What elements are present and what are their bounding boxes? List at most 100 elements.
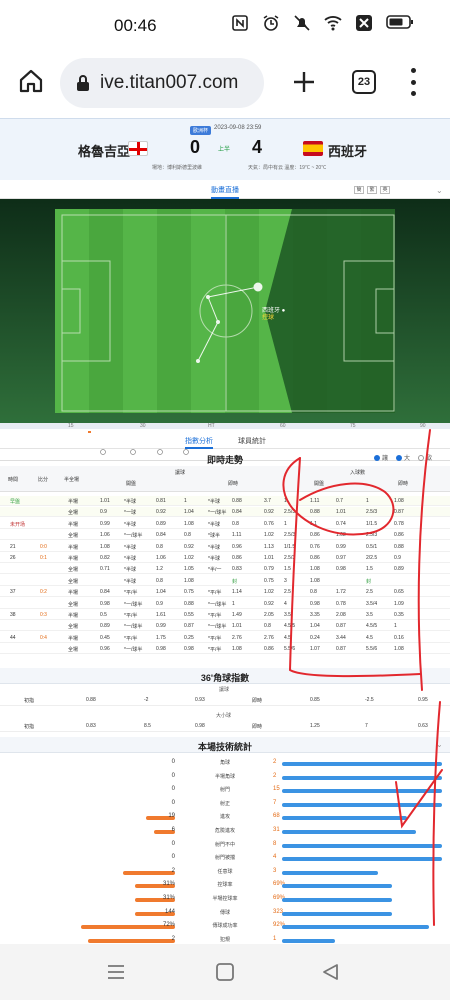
stat-away-bar [282,884,393,889]
trend-legend: 讓 大 歐 [374,453,432,462]
legend-handicap[interactable]: 讓 [374,453,388,462]
stat-home-value: 31% [162,881,175,888]
stat-row: 6 危險進攻 31 [0,826,450,837]
stat-away-value: 15 [273,786,280,793]
recent-apps-icon[interactable] [105,962,127,982]
chevron-down-icon[interactable]: ⌄ [436,186,443,195]
odds-cell: 4.5/5 [366,623,378,630]
odds-cell: 4.5 [366,634,373,641]
odds-cell: 0.25 [184,634,194,641]
tech-stats-title: 本場技術統計 [197,742,252,752]
back-icon[interactable] [320,962,342,982]
stat-home-value: 31% [162,895,175,901]
legend-over-under[interactable]: 大 [396,453,410,462]
row-score: 0:3 [40,612,47,618]
home-button-icon[interactable] [214,962,236,982]
corner-row: 初指 0.88 -2 0.93 即時 0.85 -2.5 0.95 [0,694,450,706]
odds-cell: *平/半 [124,590,138,597]
language-switch: 簡 繁 英 [354,186,390,194]
away-team-name[interactable]: 西班牙 [328,141,367,160]
odds-cell: 1.13 [264,543,274,550]
odds-cell: 0.81 [156,498,166,504]
stat-row: 19 進攻 68 [0,812,450,823]
odds-cell: 2.5/3 [366,532,378,539]
odds-cell: 0.98 [310,600,320,607]
odds-cell: *半球 [124,567,136,574]
row-type: 半場 [68,635,79,642]
odds-cell: 0.88 [310,509,320,516]
odds-cell: 0.8 [232,520,239,527]
tab-switcher-button[interactable]: 23 [352,70,376,94]
odds-cell: *半球 [124,578,136,585]
tab-odds-analysis[interactable]: 指數分析 [185,436,213,449]
stat-home-value: 0 [171,786,175,793]
odds-cell: *一/球半 [208,624,227,631]
odds-cell: 1.72 [336,589,346,596]
new-tab-icon[interactable] [292,70,316,94]
stat-away-bar [282,938,335,943]
col-over-under: 入球數 [350,470,366,476]
lang-english-button[interactable]: 英 [380,186,390,194]
row-type: 半場 [68,613,79,619]
legend-europe[interactable]: 歐 [418,453,432,462]
stat-home-value: 0 [171,840,175,847]
stat-home-value: 19 [168,813,175,820]
stat-away-bar [282,762,442,766]
odds-cell: 0.86 [310,532,320,539]
stat-row: 31% 控球率 69% [0,880,450,891]
odds-row: 44 0:4 半場 0.45 *平/半 1.75 0.25 *平/半 2.76 2.76 4.5 0.… [0,633,450,643]
url-text: ive.titan007.com [100,72,239,93]
row-time: 37 [10,589,16,596]
odds-cell: 0.84 [156,532,166,539]
match-header: 歐洲杯 2023-09-08 23:59 格魯吉亞 0 上半 4 西班牙 場地：… [0,118,450,180]
odds-cell: 0.82 [100,555,110,561]
tab-animation-live[interactable]: 動畫直播 [211,185,239,199]
odds-cell: 5.5/6 [366,646,378,653]
odds-cell: 2.5/3 [366,509,378,516]
odds-cell: 4.5 [284,634,291,641]
odds-cell: 1.04 [156,589,166,596]
alarm-icon [262,14,282,34]
odds-cell: 1 [184,498,187,504]
odds-cell: *平/半 [208,613,222,619]
odds-cell: 0.92 [264,600,274,607]
stat-row: 0 射門被擋 4 [0,853,450,864]
stat-away-bar [282,925,430,930]
tab-player-stats[interactable]: 球員統計 [238,436,266,446]
odds-cell: 1.06 [156,555,166,561]
spain-flag-icon [303,141,323,156]
status-icons [231,14,414,34]
odds-row: 37 0:2 半場 0.84 *平/半 1.04 0.75 *平/半 1.14 1.02 2.5 0.… [0,587,450,598]
stat-name: 任意球 [217,868,233,875]
row-time: 44 [10,634,16,641]
odds-table-header: 時間 比分 半全場 讓球 開盤 即時 入球數 開盤 即時 [0,466,450,492]
home-icon[interactable] [18,68,44,94]
address-bar[interactable]: ive.titan007.com [60,58,264,108]
odds-cell: 1 [394,623,397,630]
stat-away-bar [282,802,442,807]
lang-simplified-button[interactable]: 簡 [354,186,364,194]
chevron-down-icon[interactable]: ⌄ [436,740,443,749]
stat-name: 射門 [219,787,230,794]
col-ou-open: 開盤 [314,481,325,487]
row-type: 全場 [68,601,79,608]
odds-cell: 1.04 [310,623,320,630]
odds-cell: *半球 [124,499,136,505]
row-score: 0:0 [40,543,47,550]
home-team-name[interactable]: 格魯吉亞 [78,141,130,160]
odds-cell: 0.88 [184,600,194,607]
stat-away-bar [282,816,407,821]
lang-traditional-button[interactable]: 繁 [367,186,377,194]
odds-cell: 3 [284,577,287,584]
odds-cell: 0.8 [264,623,271,630]
odds-cell: 1.08 [184,577,194,584]
stat-name: 進攻 [219,814,230,821]
stat-row: 72% 傳球成功率 92% [0,921,450,932]
odds-cell: 0.98 [156,646,166,653]
odds-row: 未开场 半場 0.99 *半球 0.89 1.08 *半球 0.8 0.76 1 1.1 0.74 1/… [0,518,450,529]
more-menu-icon[interactable] [410,68,416,96]
odds-cell: 1.1 [310,520,317,527]
odds-cell: 1.05 [184,566,194,573]
odds-cell: 0.89 [156,520,166,527]
odds-cell: 0.24 [310,634,320,641]
